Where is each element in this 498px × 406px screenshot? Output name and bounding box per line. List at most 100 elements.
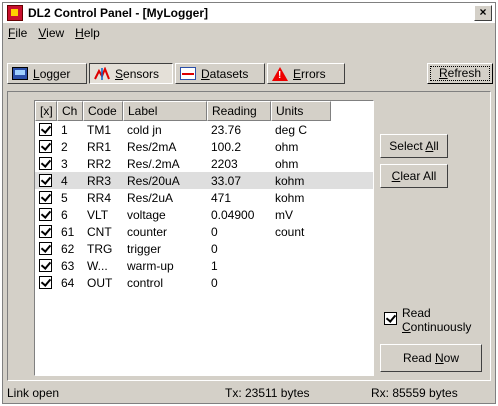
refresh-button[interactable]: Refresh [427,63,493,84]
close-button[interactable]: × [474,5,492,21]
table-row[interactable]: 62 TRG trigger 0 [35,240,373,257]
row-code: W... [87,258,108,273]
menu-help[interactable]: Help [70,26,106,40]
menu-bar: File View Help [3,24,106,42]
row-label: voltage [127,207,166,222]
header-units[interactable]: Units [271,101,331,121]
row-label: Res/2uA [127,190,174,205]
app-icon [7,5,23,21]
window-title: DL2 Control Panel - [MyLogger] [28,6,208,20]
header-check[interactable]: [x] [35,101,57,121]
row-label: trigger [127,241,162,256]
row-checkbox[interactable] [39,208,52,221]
row-checkbox[interactable] [39,123,52,136]
table-row[interactable]: 5 RR4 Res/2uA 471 kohm [35,189,373,206]
row-label: cold jn [127,122,162,137]
row-channel: 63 [61,258,75,273]
row-code: RR1 [87,139,112,154]
menu-view[interactable]: View [33,26,70,40]
row-check-cell[interactable] [35,208,57,221]
read-continuously-label[interactable]: Read Continuously [402,306,471,334]
clear-all-button[interactable]: Clear All [380,164,448,188]
table-row[interactable]: 6 VLT voltage 0.04900 mV [35,206,373,223]
row-checkbox[interactable] [39,157,52,170]
sensors-icon [94,66,110,80]
tab-datasets[interactable]: Datasets [175,63,265,84]
row-checkbox[interactable] [39,225,52,238]
row-reading: 0 [211,224,218,239]
row-units: deg C [275,122,308,137]
row-checkbox[interactable] [39,174,52,187]
row-reading: 1 [211,258,218,273]
row-channel: 4 [61,173,68,188]
row-units: kohm [275,173,305,188]
title-bar: DL2 Control Panel - [MyLogger] × [3,3,495,23]
table-row[interactable]: 1 TM1 cold jn 23.76 deg C [35,121,373,138]
sensors-panel: [x] Ch Code Label Reading Units 1 TM1 cold… [7,91,491,381]
row-units: count [275,224,305,239]
row-label: counter [127,224,168,239]
row-reading: 0 [211,241,218,256]
row-check-cell[interactable] [35,157,57,170]
row-label: Res/20uA [127,173,180,188]
row-check-cell[interactable] [35,140,57,153]
read-continuously-checkbox[interactable] [384,312,397,325]
row-check-cell[interactable] [35,242,57,255]
header-reading[interactable]: Reading [207,101,271,121]
row-channel: 1 [61,122,68,137]
status-link: Link open [7,386,60,400]
row-reading: 33.07 [211,173,242,188]
header-code[interactable]: Code [83,101,123,121]
row-channel: 2 [61,139,68,154]
row-channel: 62 [61,241,75,256]
row-check-cell[interactable] [35,123,57,136]
row-label: Res/.2mA [127,156,180,171]
main-window: DL2 Control Panel - [MyLogger] × File Vi… [2,2,496,404]
row-label: warm-up [127,258,174,273]
row-check-cell[interactable] [35,259,57,272]
row-units: kohm [275,190,305,205]
row-label: Res/2mA [127,139,177,154]
logger-icon [12,67,28,80]
row-code: TM1 [87,122,111,137]
row-check-cell[interactable] [35,174,57,187]
status-bar: Link open Tx: 23511 bytes Rx: 85559 byte… [3,383,495,403]
row-reading: 23.76 [211,122,242,137]
row-checkbox[interactable] [39,276,52,289]
menu-file[interactable]: File [3,26,33,40]
row-code: VLT [87,207,109,222]
table-row[interactable]: 64 OUT control 0 [35,274,373,291]
table-row[interactable]: 61 CNT counter 0 count [35,223,373,240]
table-row[interactable]: 4 RR3 Res/20uA 33.07 kohm [35,172,373,189]
row-reading: 0.04900 [211,207,255,222]
select-all-button[interactable]: Select All [380,134,448,158]
tab-logger[interactable]: Logger [7,63,87,84]
row-checkbox[interactable] [39,259,52,272]
row-checkbox[interactable] [39,191,52,204]
row-check-cell[interactable] [35,225,57,238]
row-checkbox[interactable] [39,140,52,153]
row-check-cell[interactable] [35,276,57,289]
row-reading: 100.2 [211,139,242,154]
table-row[interactable]: 2 RR1 Res/2mA 100.2 ohm [35,138,373,155]
status-rx: Rx: 85559 bytes [371,386,458,400]
table-row[interactable]: 3 RR2 Res/.2mA 2203 ohm [35,155,373,172]
row-check-cell[interactable] [35,191,57,204]
read-now-button[interactable]: Read Now [380,344,482,372]
row-channel: 64 [61,275,75,290]
row-code: RR4 [87,190,112,205]
row-channel: 6 [61,207,68,222]
row-code: CNT [87,224,112,239]
row-channel: 3 [61,156,68,171]
sensor-grid[interactable]: [x] Ch Code Label Reading Units 1 TM1 cold… [34,100,374,376]
status-tx: Tx: 23511 bytes [225,386,310,400]
row-code: TRG [87,241,113,256]
tab-sensors[interactable]: Sensors [89,63,173,84]
row-checkbox[interactable] [39,242,52,255]
header-ch[interactable]: Ch [57,101,83,121]
table-row[interactable]: 63 W... warm-up 1 [35,257,373,274]
grid-header: [x] Ch Code Label Reading Units [35,101,373,121]
header-label[interactable]: Label [123,101,207,121]
row-units: ohm [275,139,299,154]
tab-errors[interactable]: ! Errors [267,63,345,84]
